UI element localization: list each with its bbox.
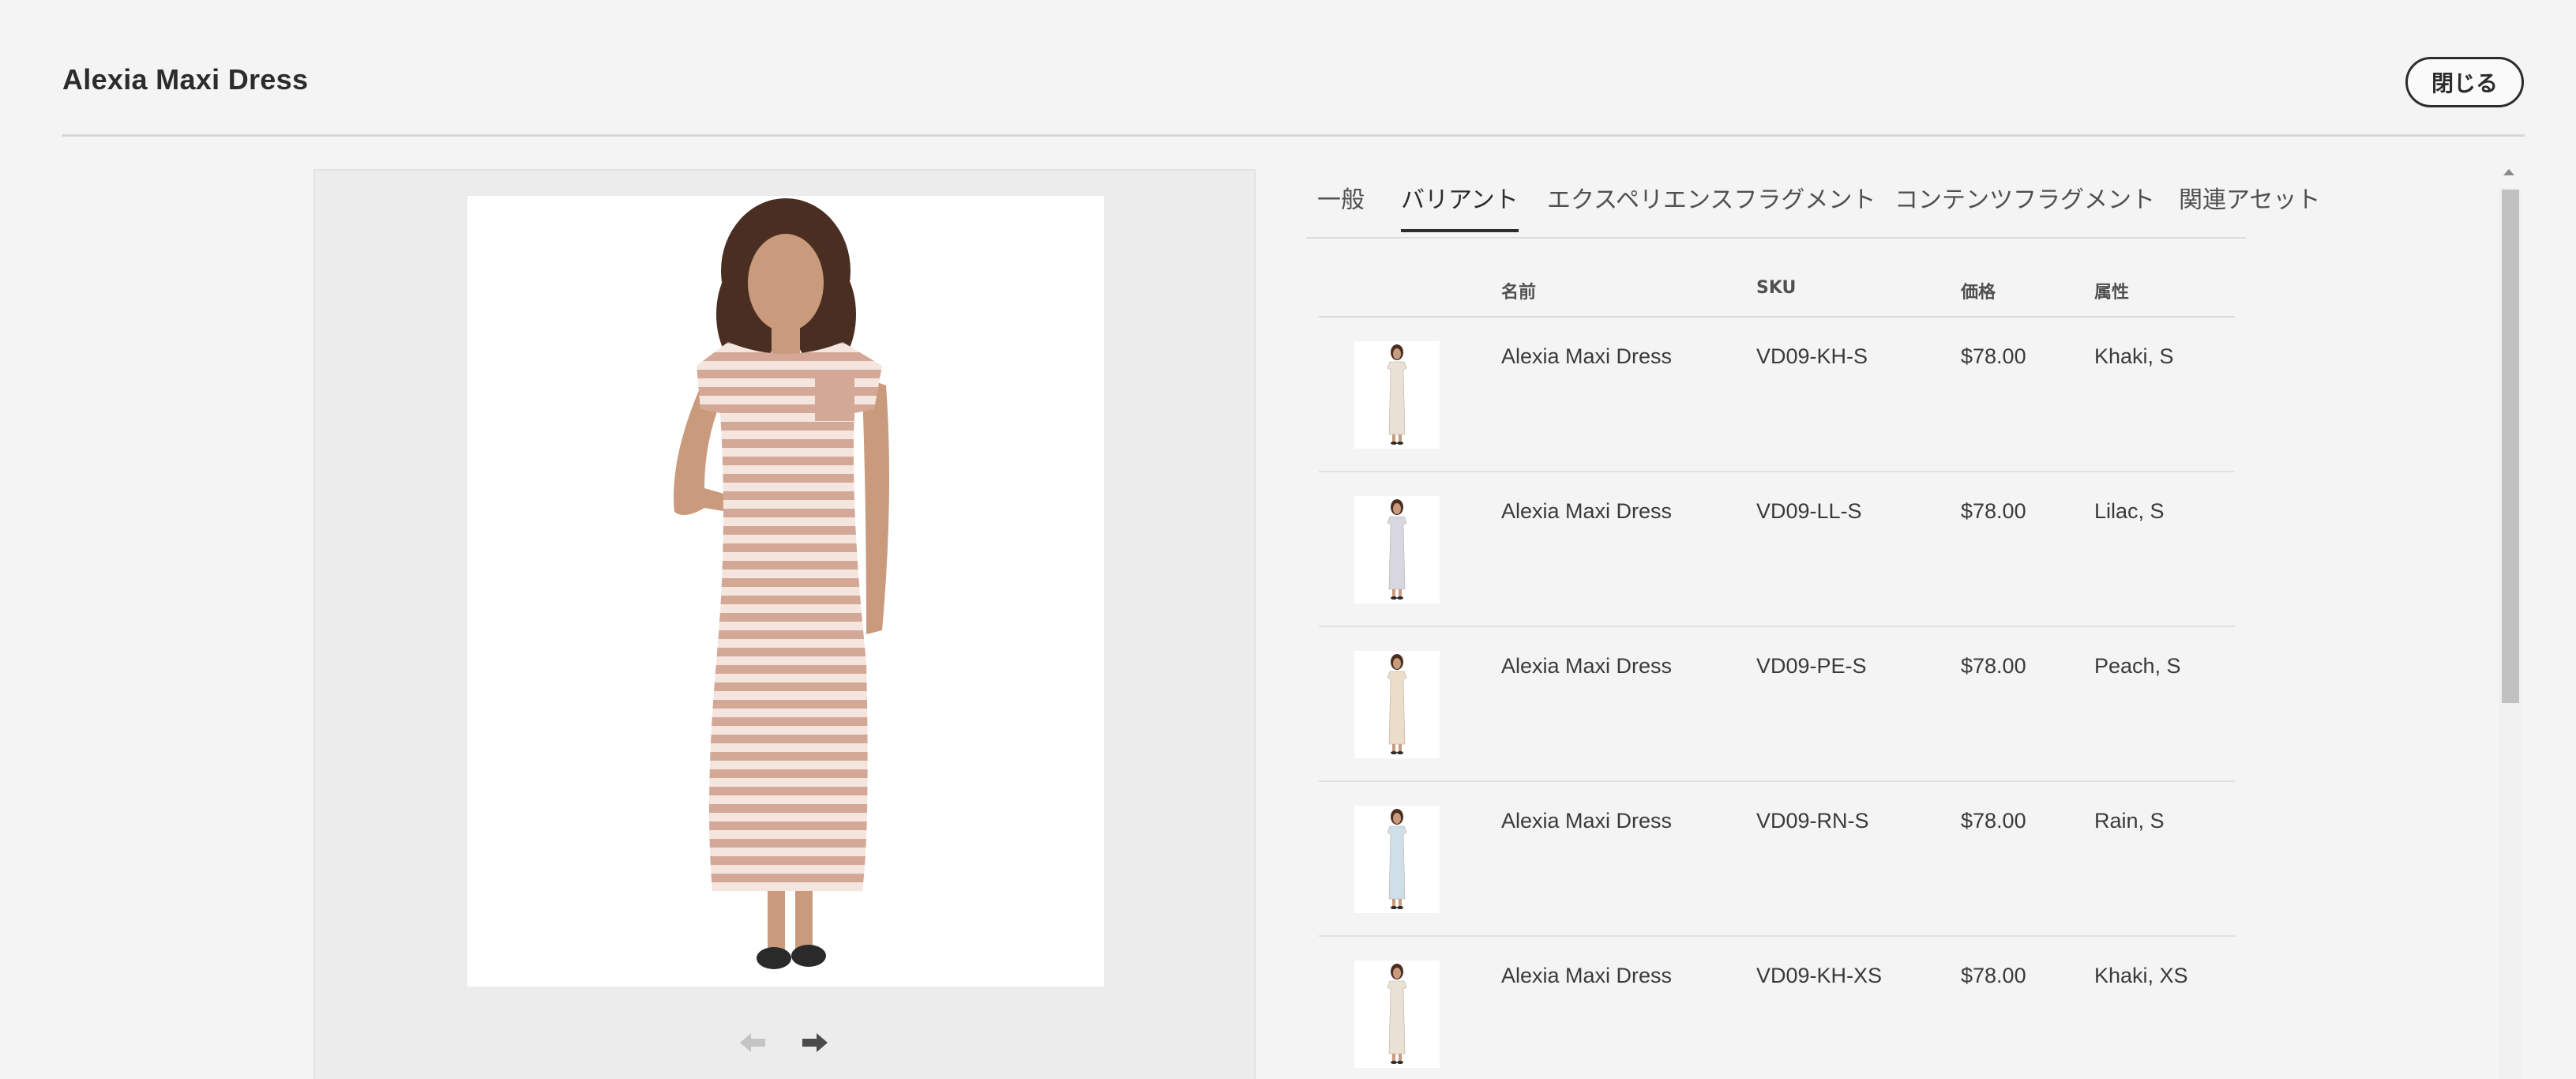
variant-attributes: Lilac, S bbox=[2094, 499, 2165, 523]
variant-price: $78.00 bbox=[1961, 964, 2026, 987]
table-row[interactable]: Alexia Maxi Dress VD09-RN-S $78.00 Rain,… bbox=[1319, 782, 2235, 937]
variant-attributes: Khaki, XS bbox=[2094, 964, 2188, 987]
close-button[interactable]: 閉じる bbox=[2405, 57, 2524, 107]
variant-attributes: Rain, S bbox=[2094, 809, 2165, 833]
tab-related-assets[interactable]: 関連アセット bbox=[2179, 180, 2320, 229]
variant-sku: VD09-RN-S bbox=[1756, 809, 1869, 833]
column-header-attributes[interactable]: 属性 bbox=[2094, 278, 2129, 303]
scrollbar-thumb[interactable] bbox=[2502, 190, 2519, 703]
tab-bar: 一般 バリアント エクスペリエンスフラグメント コンテンツフラグメント 関連アセ… bbox=[1306, 169, 2320, 239]
media-viewer bbox=[314, 169, 1256, 1079]
variant-thumbnail bbox=[1354, 496, 1440, 603]
variant-thumbnail bbox=[1354, 806, 1440, 913]
table-row[interactable]: Alexia Maxi Dress VD09-PE-S $78.00 Peach… bbox=[1319, 627, 2235, 782]
variant-thumbnail bbox=[1354, 961, 1440, 1068]
product-details-dialog: Alexia Maxi Dress 閉じる 一般 バリアント エクスペリエンスフ… bbox=[0, 0, 2576, 1079]
variant-name: Alexia Maxi Dress bbox=[1501, 809, 1673, 833]
column-header-name[interactable]: 名前 bbox=[1501, 278, 1536, 303]
variant-name: Alexia Maxi Dress bbox=[1501, 654, 1673, 678]
variant-sku: VD09-PE-S bbox=[1756, 654, 1867, 678]
variant-sku: VD09-LL-S bbox=[1756, 499, 1862, 523]
variant-price: $78.00 bbox=[1961, 809, 2026, 833]
variant-price: $78.00 bbox=[1961, 344, 2026, 368]
variant-thumbnail bbox=[1354, 341, 1440, 449]
variant-name: Alexia Maxi Dress bbox=[1501, 344, 1673, 368]
variant-name: Alexia Maxi Dress bbox=[1501, 499, 1673, 523]
table-row[interactable]: Alexia Maxi Dress VD09-KH-XS $78.00 Khak… bbox=[1319, 937, 2235, 1079]
column-header-sku[interactable]: SKU bbox=[1756, 278, 1796, 298]
tab-general[interactable]: 一般 bbox=[1317, 180, 1365, 229]
arrow-right-icon[interactable] bbox=[796, 1024, 834, 1062]
table-row[interactable]: Alexia Maxi Dress VD09-LL-S $78.00 Lilac… bbox=[1319, 472, 2235, 627]
arrow-left-icon[interactable] bbox=[734, 1024, 772, 1062]
variant-price: $78.00 bbox=[1961, 654, 2026, 678]
variant-attributes: Khaki, S bbox=[2094, 344, 2174, 368]
page-title: Alexia Maxi Dress bbox=[62, 63, 309, 96]
variant-sku: VD09-KH-XS bbox=[1756, 964, 1883, 987]
tab-content-fragments[interactable]: コンテンツフラグメント bbox=[1894, 180, 2155, 229]
variant-attributes: Peach, S bbox=[2094, 654, 2181, 678]
column-header-price[interactable]: 価格 bbox=[1961, 278, 1996, 303]
tab-variants[interactable]: バリアント bbox=[1401, 180, 1519, 232]
tab-experience-fragments[interactable]: エクスペリエンスフラグメント bbox=[1547, 180, 1876, 229]
variant-thumbnail bbox=[1354, 651, 1440, 758]
table-row[interactable]: Alexia Maxi Dress VD09-KH-S $78.00 Khaki… bbox=[1319, 318, 2235, 472]
variant-price: $78.00 bbox=[1961, 499, 2026, 523]
scroll-up-arrow-icon[interactable] bbox=[2503, 169, 2514, 175]
variant-sku: VD09-KH-S bbox=[1756, 344, 1868, 368]
variant-name: Alexia Maxi Dress bbox=[1501, 964, 1673, 987]
product-image bbox=[468, 196, 1104, 987]
header-divider bbox=[62, 134, 2525, 137]
